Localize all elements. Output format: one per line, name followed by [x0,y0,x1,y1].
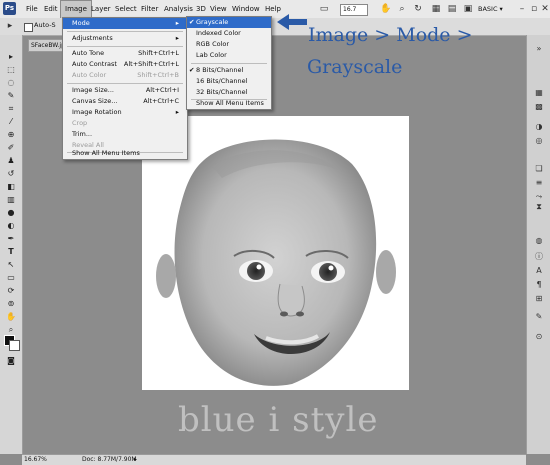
menu-filter[interactable]: Filter [137,0,162,18]
menu-item-32-bits[interactable]: 32 Bits/Channel [187,87,271,98]
checkmark-icon: ✔ [189,66,195,74]
brush-tool-icon[interactable]: ✐ [5,142,17,153]
marquee-tool-icon[interactable]: ⬚ [5,64,17,75]
tools-panel: ▸ ⬚ ◌ ✎ ⌗ ⁄ ⊕ ✐ ♟ ↺ ◧ ▥ ● ◐ ✒ T ↖ ▭ ⟳ ⊚ … [0,35,23,454]
character-panel-icon[interactable]: A [532,265,546,277]
menu-item-grayscale[interactable]: ✔ Grayscale [187,17,271,28]
info-panel-icon[interactable]: ⓘ [532,251,546,263]
annotation-target-text: Grayscale [307,56,403,78]
3d-orbit-tool-icon[interactable]: ⊚ [5,298,17,309]
lasso-tool-icon[interactable]: ◌ [5,77,17,88]
swatches-panel-icon[interactable]: ▩ [532,101,546,113]
menu-file[interactable]: File [22,0,42,18]
menu-item-canvas-size[interactable]: Canvas Size... Alt+Ctrl+C [63,96,187,107]
image-menu-dropdown: Mode ▸ Adjustments ▸ Auto Tone Shift+Ctrl+L… [62,17,188,160]
panel-dock: » ▦ ▩ ◑ ◎ ❏ ≡ ⤳ ⧗ ◍ ⓘ A ¶ ⊞ ✎ ⊙ [526,35,550,454]
type-tool-icon[interactable]: T [5,246,17,257]
checkmark-icon: ✔ [189,18,195,26]
hand-tool-icon[interactable]: ✋ [5,311,17,322]
history-panel-icon[interactable]: ⧗ [532,201,546,213]
quick-select-tool-icon[interactable]: ✎ [5,90,17,101]
screen-layout-icon[interactable]: ▣ [462,3,474,15]
zoom-tool-icon[interactable]: ⌕ [5,324,17,335]
pen-tool-icon[interactable]: ✒ [5,233,17,244]
close-icon[interactable]: ✕ [539,3,550,15]
minimize-icon[interactable]: – [516,3,528,15]
move-tool-icon[interactable]: ▸ [5,51,17,62]
clone-stamp-tool-icon[interactable]: ♟ [5,155,17,166]
photoshop-logo: Ps [3,2,16,15]
adjustments-panel-icon[interactable]: ◑ [532,121,546,133]
menu-item-show-all[interactable]: Show All Menu Items [63,148,187,159]
rotate-view-icon[interactable]: ↻ [412,3,424,15]
menu-item-auto-tone[interactable]: Auto Tone Shift+Ctrl+L [63,48,187,59]
eraser-tool-icon[interactable]: ◧ [5,181,17,192]
3d-rotate-tool-icon[interactable]: ⟳ [5,285,17,296]
menu-item-auto-contrast[interactable]: Auto Contrast Alt+Shift+Ctrl+L [63,59,187,70]
menu-item-indexed-color[interactable]: Indexed Color [187,28,271,39]
menu-edit[interactable]: Edit [40,0,62,18]
mode-submenu: ✔ Grayscale Indexed Color RGB Color Lab C… [186,16,272,110]
menu-item-rgb-color[interactable]: RGB Color [187,39,271,50]
menu-item-mode[interactable]: Mode ▸ [63,18,187,29]
eyedropper-tool-icon[interactable]: ⁄ [5,116,17,127]
zoom-level-select[interactable]: 16.7 [340,4,368,16]
menu-item-image-rotation[interactable]: Image Rotation ▸ [63,107,187,118]
menu-item-trim[interactable]: Trim... [63,129,187,140]
auto-select-label: Auto-S [34,21,56,29]
masks-panel-icon[interactable]: ◎ [532,135,546,147]
annotation-path-text: Image > Mode > [308,24,473,46]
watermark: blue i style [178,400,379,440]
background-color-swatch[interactable] [9,340,20,351]
menu-item-16-bits[interactable]: 16 Bits/Channel [187,76,271,87]
healing-brush-tool-icon[interactable]: ⊕ [5,129,17,140]
move-tool-preset-icon[interactable]: ▸ [4,20,16,32]
auto-select-checkbox[interactable] [24,23,33,32]
grid-icon[interactable]: ▦ [430,3,442,15]
shape-tool-icon[interactable]: ▭ [5,272,17,283]
menu-item-crop: Crop [72,119,88,127]
brushes-panel-icon[interactable]: ✎ [532,311,546,323]
navigator-panel-icon[interactable]: ⊞ [532,293,546,305]
gradient-tool-icon[interactable]: ▥ [5,194,17,205]
clone-source-panel-icon[interactable]: ⊙ [532,331,546,343]
zoom-tool-icon[interactable]: ⌕ [396,3,408,15]
left-arrow-icon [277,14,307,30]
menu-item-lab-color[interactable]: Lab Color [187,50,271,61]
collapse-panels-icon[interactable]: » [532,43,546,55]
channels-panel-icon[interactable]: ≡ [532,177,546,189]
menu-item-auto-color: Auto Color Shift+Ctrl+B [72,71,179,79]
screen-mode-icon[interactable]: ▭ [318,3,330,15]
menu-item-8-bits[interactable]: ✔ 8 Bits/Channel [187,65,271,76]
history-brush-tool-icon[interactable]: ↺ [5,168,17,179]
color-panel-icon[interactable]: ▦ [532,87,546,99]
crop-tool-icon[interactable]: ⌗ [5,103,17,114]
menu-item-adjustments[interactable]: Adjustments ▸ [63,33,187,44]
quick-mask-icon[interactable]: ◙ [5,355,17,366]
styles-panel-icon[interactable]: ◍ [532,235,546,247]
status-bar: 16.67% Doc: 8.77M/7.90M ▸ [22,454,526,465]
path-selection-tool-icon[interactable]: ↖ [5,259,17,270]
paragraph-panel-icon[interactable]: ¶ [532,279,546,291]
menu-item-show-all-mode[interactable]: Show All Menu Items [187,98,271,109]
workspace-switcher[interactable]: BASIC ▾ [478,3,503,15]
layers-panel-icon[interactable]: ❏ [532,163,546,175]
dodge-tool-icon[interactable]: ◐ [5,220,17,231]
menu-item-image-size[interactable]: Image Size... Alt+Ctrl+I [63,85,187,96]
arrange-documents-icon[interactable]: ▤ [446,3,458,15]
hand-tool-icon[interactable]: ✋ [380,3,392,15]
blur-tool-icon[interactable]: ● [5,207,17,218]
